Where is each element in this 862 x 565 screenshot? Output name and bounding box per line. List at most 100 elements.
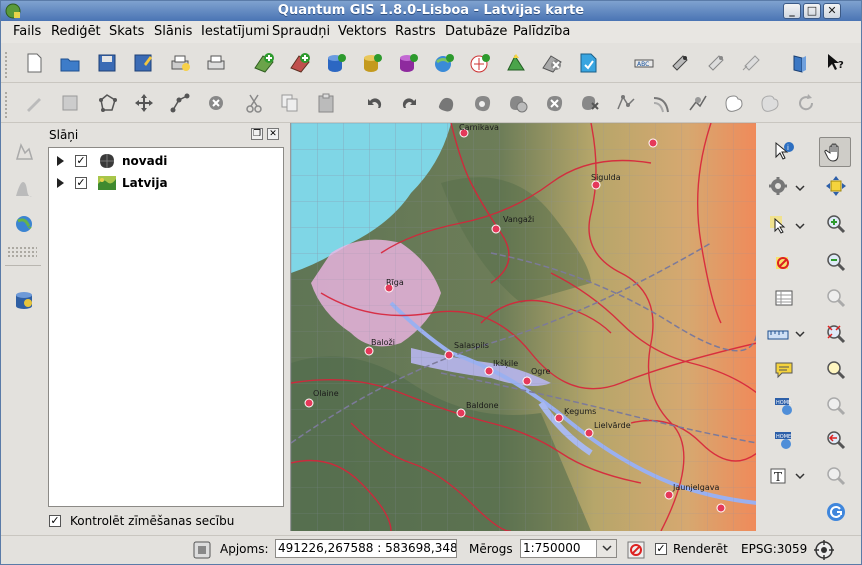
deselect-features-icon[interactable] <box>771 249 797 275</box>
add-vector-layer-icon[interactable] <box>251 50 277 76</box>
dock-float-button[interactable]: ❐ <box>251 128 263 140</box>
layer-visibility-checkbox[interactable]: ✓ <box>75 155 87 167</box>
maximize-button[interactable]: □ <box>803 3 821 19</box>
identify-icon[interactable]: i <box>771 139 797 165</box>
chevron-down-icon[interactable] <box>793 463 807 489</box>
toolbar-grip[interactable] <box>4 51 8 79</box>
zoom-in-icon[interactable] <box>823 211 849 237</box>
delete-part-icon[interactable] <box>577 90 603 116</box>
move-label-icon[interactable] <box>739 50 765 76</box>
undo-icon[interactable] <box>361 90 387 116</box>
layer-visibility-checkbox[interactable]: ✓ <box>75 177 87 189</box>
menu-rediget[interactable]: Rediģēt <box>51 24 101 39</box>
render-order-checkbox[interactable]: ✓ <box>49 515 61 527</box>
open-project-icon[interactable] <box>57 50 83 76</box>
offset-curve-icon[interactable] <box>649 90 675 116</box>
histogram-icon[interactable] <box>11 175 37 201</box>
simplify-feature-icon[interactable] <box>433 90 459 116</box>
add-wcs-layer-icon[interactable] <box>467 50 493 76</box>
add-postgis-layer-icon[interactable] <box>323 50 349 76</box>
new-print-composer-icon[interactable] <box>167 50 193 76</box>
new-bookmark-icon[interactable]: HOME <box>771 393 797 419</box>
help-contents-icon[interactable] <box>787 50 813 76</box>
menu-fails[interactable]: Fails <box>13 24 41 39</box>
add-wfs-layer-icon[interactable] <box>503 50 529 76</box>
refresh-icon[interactable] <box>823 499 849 525</box>
redo-icon[interactable] <box>397 90 423 116</box>
menu-palidziba[interactable]: Palīdzība <box>513 24 570 39</box>
zoom-full-icon[interactable] <box>823 357 849 383</box>
add-wms-layer-icon[interactable] <box>431 50 457 76</box>
show-hide-labels-icon[interactable] <box>703 50 729 76</box>
pan-to-selection-icon[interactable] <box>823 173 849 199</box>
new-shapefile-icon[interactable] <box>575 50 601 76</box>
zoom-last-icon[interactable] <box>823 427 849 453</box>
map-canvas[interactable]: Rīga Carnikava Sigulda Vangaži Salaspils… <box>290 123 756 531</box>
menu-datubaze[interactable]: Datubāze <box>445 24 507 39</box>
add-mssql-layer-icon[interactable] <box>395 50 421 76</box>
menu-slanis[interactable]: Slānis <box>154 24 192 39</box>
zoom-to-selection-icon[interactable] <box>823 285 849 311</box>
add-ring-icon[interactable] <box>469 90 495 116</box>
save-edits-icon[interactable] <box>57 90 83 116</box>
node-tool-icon[interactable] <box>167 90 193 116</box>
select-features-icon[interactable] <box>765 211 791 237</box>
menu-vektors[interactable]: Vektors <box>338 24 387 39</box>
chevron-down-icon[interactable] <box>793 321 807 347</box>
text-annotation-icon[interactable]: T <box>763 463 793 489</box>
scale-combobox[interactable]: 1:750000 <box>520 539 617 558</box>
zoom-next-icon[interactable] <box>823 463 849 489</box>
minimize-button[interactable]: _ <box>783 3 801 19</box>
rotate-symbols-icon[interactable] <box>793 90 819 116</box>
expand-arrow-icon[interactable] <box>57 178 64 188</box>
show-bookmarks-icon[interactable]: HOME <box>771 427 797 453</box>
expand-arrow-icon[interactable] <box>57 156 64 166</box>
zoom-native-icon[interactable] <box>823 393 849 419</box>
zoom-to-layer-icon[interactable] <box>823 321 849 347</box>
zoom-out-icon[interactable] <box>823 249 849 275</box>
whats-this-icon[interactable]: ? <box>823 50 849 76</box>
merge-attributes-icon[interactable] <box>757 90 783 116</box>
move-feature-icon[interactable] <box>131 90 157 116</box>
toolbar-grip[interactable] <box>4 91 8 119</box>
add-spatialite-layer-icon[interactable] <box>359 50 385 76</box>
add-feature-icon[interactable] <box>95 90 121 116</box>
toggle-extents-icon[interactable] <box>189 537 215 563</box>
labeling-icon[interactable]: ABC <box>631 50 657 76</box>
close-button[interactable]: ✕ <box>823 3 841 19</box>
open-attribute-table-icon[interactable] <box>771 285 797 311</box>
crs-status[interactable]: EPSG:3059 <box>741 542 807 556</box>
menu-spraudni[interactable]: Spraudņi <box>272 24 330 39</box>
split-features-icon[interactable] <box>685 90 711 116</box>
toggle-editing-icon[interactable] <box>21 90 47 116</box>
extent-field[interactable]: 491226,267588 : 583698,348352 <box>275 539 457 558</box>
dock-close-button[interactable]: ✕ <box>267 128 279 140</box>
toolbar-grip[interactable] <box>7 246 37 258</box>
layer-row-novadi[interactable]: ✓ novadi <box>49 151 283 171</box>
cut-features-icon[interactable] <box>241 90 267 116</box>
georeferencer-icon[interactable] <box>11 211 37 237</box>
database-manager-icon[interactable] <box>11 287 37 313</box>
pin-labels-icon[interactable] <box>667 50 693 76</box>
measure-line-icon[interactable] <box>763 321 793 347</box>
run-feature-action-icon[interactable] <box>765 173 791 199</box>
print-icon[interactable] <box>203 50 229 76</box>
chevron-down-icon[interactable] <box>793 213 807 239</box>
chevron-down-icon[interactable] <box>596 540 616 557</box>
map-tips-icon[interactable] <box>771 357 797 383</box>
add-raster-layer-icon[interactable] <box>287 50 313 76</box>
pan-map-icon[interactable] <box>819 137 851 167</box>
delete-ring-icon[interactable] <box>541 90 567 116</box>
copy-features-icon[interactable] <box>277 90 303 116</box>
save-project-icon[interactable] <box>94 50 120 76</box>
crs-status-icon[interactable] <box>811 537 837 563</box>
menu-skats[interactable]: Skats <box>109 24 144 39</box>
stop-render-icon[interactable] <box>623 537 649 563</box>
remove-layer-icon[interactable] <box>539 50 565 76</box>
merge-features-icon[interactable] <box>721 90 747 116</box>
delete-selected-icon[interactable] <box>203 90 229 116</box>
layer-row-latvija[interactable]: ✓ Latvija <box>49 173 283 193</box>
gps-tools-icon[interactable] <box>11 139 37 165</box>
save-as-icon[interactable] <box>130 50 156 76</box>
new-project-icon[interactable] <box>21 50 47 76</box>
